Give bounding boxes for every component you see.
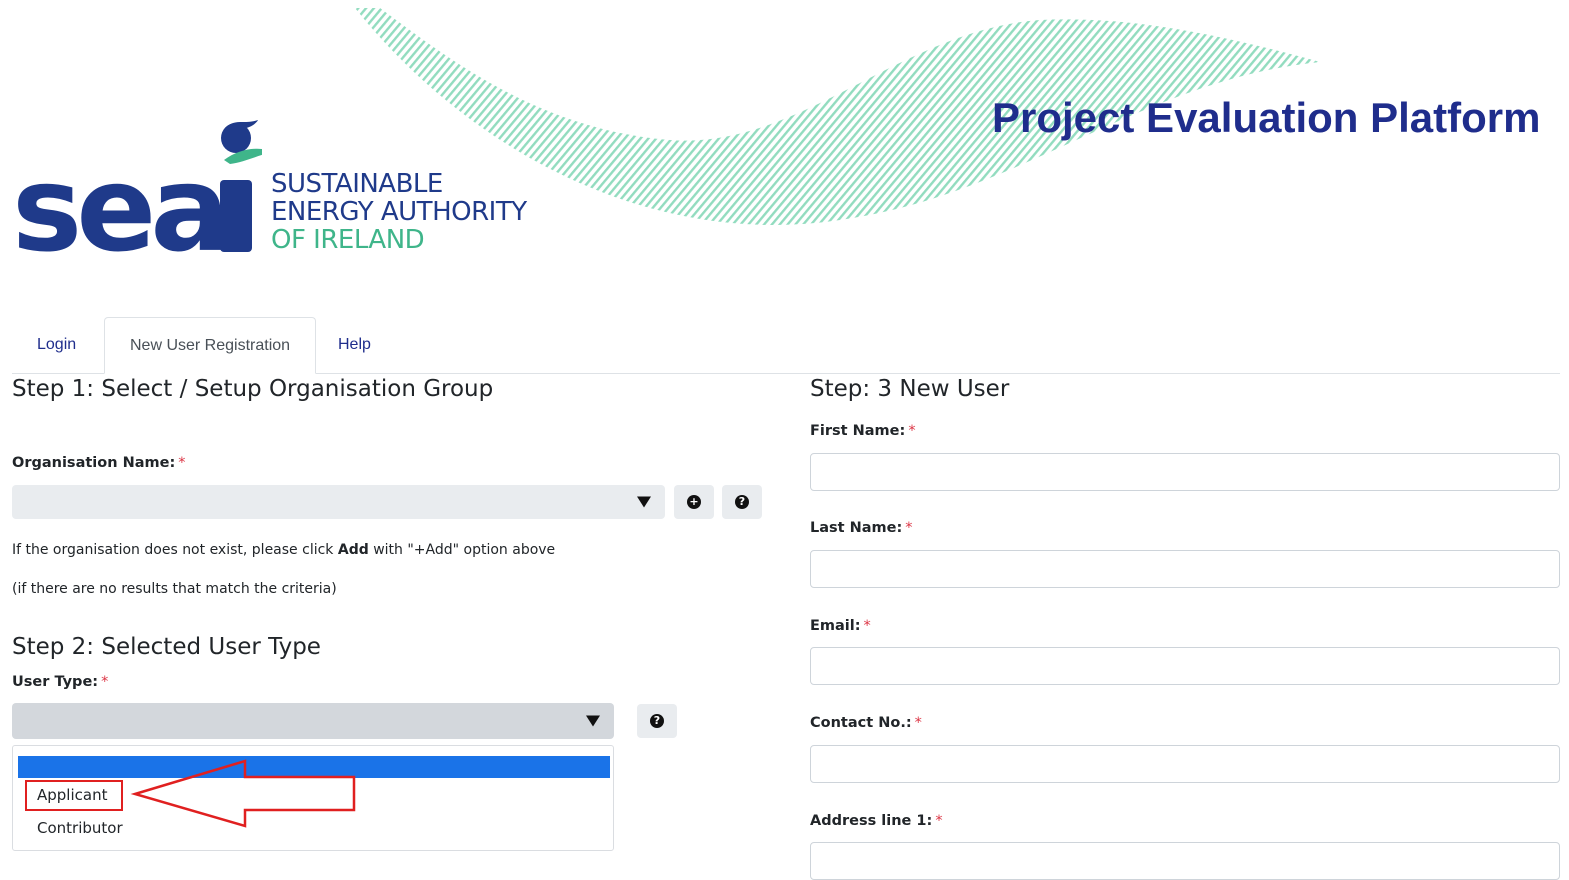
step2-heading: Step 2: Selected User Type	[12, 634, 321, 660]
question-circle-icon: ?	[735, 495, 749, 509]
logo-text: SUSTAINABLE ENERGY AUTHORITY OF IRELAND	[271, 170, 527, 254]
address-line-1-label: Address line 1: *	[810, 813, 943, 829]
step1-heading: Step 1: Select / Setup Organisation Grou…	[12, 376, 494, 402]
contact-no-label: Contact No.: *	[810, 715, 922, 731]
tab-new-user-registration[interactable]: New User Registration	[104, 317, 317, 374]
add-organisation-note: If the organisation does not exist, plea…	[12, 542, 555, 558]
user-type-help-button[interactable]: ?	[637, 704, 677, 738]
logo-line-3: OF IRELAND	[271, 225, 425, 255]
page: sea SUSTAINABLE ENERGY AUTHORITY OF IREL…	[0, 0, 1569, 880]
organisation-help-button[interactable]: ?	[722, 485, 762, 519]
add-organisation-button[interactable]: +	[674, 485, 714, 519]
note-pre: If the organisation does not exist, plea…	[12, 542, 338, 558]
contact-no-input[interactable]	[810, 745, 1560, 783]
email-label-text: Email:	[810, 618, 861, 634]
required-mark: *	[935, 813, 943, 829]
first-name-input[interactable]	[810, 453, 1560, 491]
no-results-note: (if there are no results that match the …	[12, 581, 337, 597]
organisation-name-label-text: Organisation Name:	[12, 455, 176, 471]
logo-line-2: ENERGY AUTHORITY	[271, 197, 527, 227]
tab-bar: Login New User Registration Help	[12, 317, 1560, 374]
required-mark: *	[863, 618, 871, 634]
user-type-select[interactable]	[12, 703, 614, 739]
note-bold: Add	[337, 542, 369, 558]
tab-help[interactable]: Help	[313, 317, 396, 373]
annotation-highlight-box	[25, 780, 123, 811]
first-name-label: First Name: *	[810, 423, 916, 439]
address-line-1-input[interactable]	[810, 842, 1560, 880]
dropdown-option-contributor[interactable]: Contributor	[37, 819, 123, 837]
svg-text:sea: sea	[12, 140, 224, 258]
required-mark: *	[178, 455, 186, 471]
question-circle-icon: ?	[650, 714, 664, 728]
user-type-label: User Type: *	[12, 674, 108, 690]
chevron-down-icon	[586, 715, 600, 727]
logo-line-1: SUSTAINABLE	[271, 169, 443, 199]
tab-login[interactable]: Login	[12, 317, 101, 373]
email-label: Email: *	[810, 618, 871, 634]
contact-no-label-text: Contact No.:	[810, 715, 912, 731]
chevron-down-icon	[637, 496, 651, 508]
platform-title: Project Evaluation Platform	[992, 94, 1541, 141]
email-input[interactable]	[810, 647, 1560, 685]
last-name-input[interactable]	[810, 550, 1560, 588]
required-mark: *	[908, 423, 916, 439]
plus-circle-icon: +	[687, 495, 701, 509]
last-name-label: Last Name: *	[810, 520, 913, 536]
required-mark: *	[101, 674, 109, 690]
required-mark: *	[914, 715, 922, 731]
organisation-name-label: Organisation Name: *	[12, 455, 186, 471]
user-type-label-text: User Type:	[12, 674, 99, 690]
note-post: with "+Add" option above	[368, 542, 556, 558]
step3-heading: Step: 3 New User	[810, 376, 1010, 402]
last-name-label-text: Last Name:	[810, 520, 903, 536]
required-mark: *	[905, 520, 913, 536]
first-name-label-text: First Name:	[810, 423, 906, 439]
seai-logo: sea	[12, 120, 262, 258]
annotation-arrow	[130, 759, 356, 828]
organisation-select[interactable]	[12, 485, 665, 519]
address-line-1-label-text: Address line 1:	[810, 813, 933, 829]
